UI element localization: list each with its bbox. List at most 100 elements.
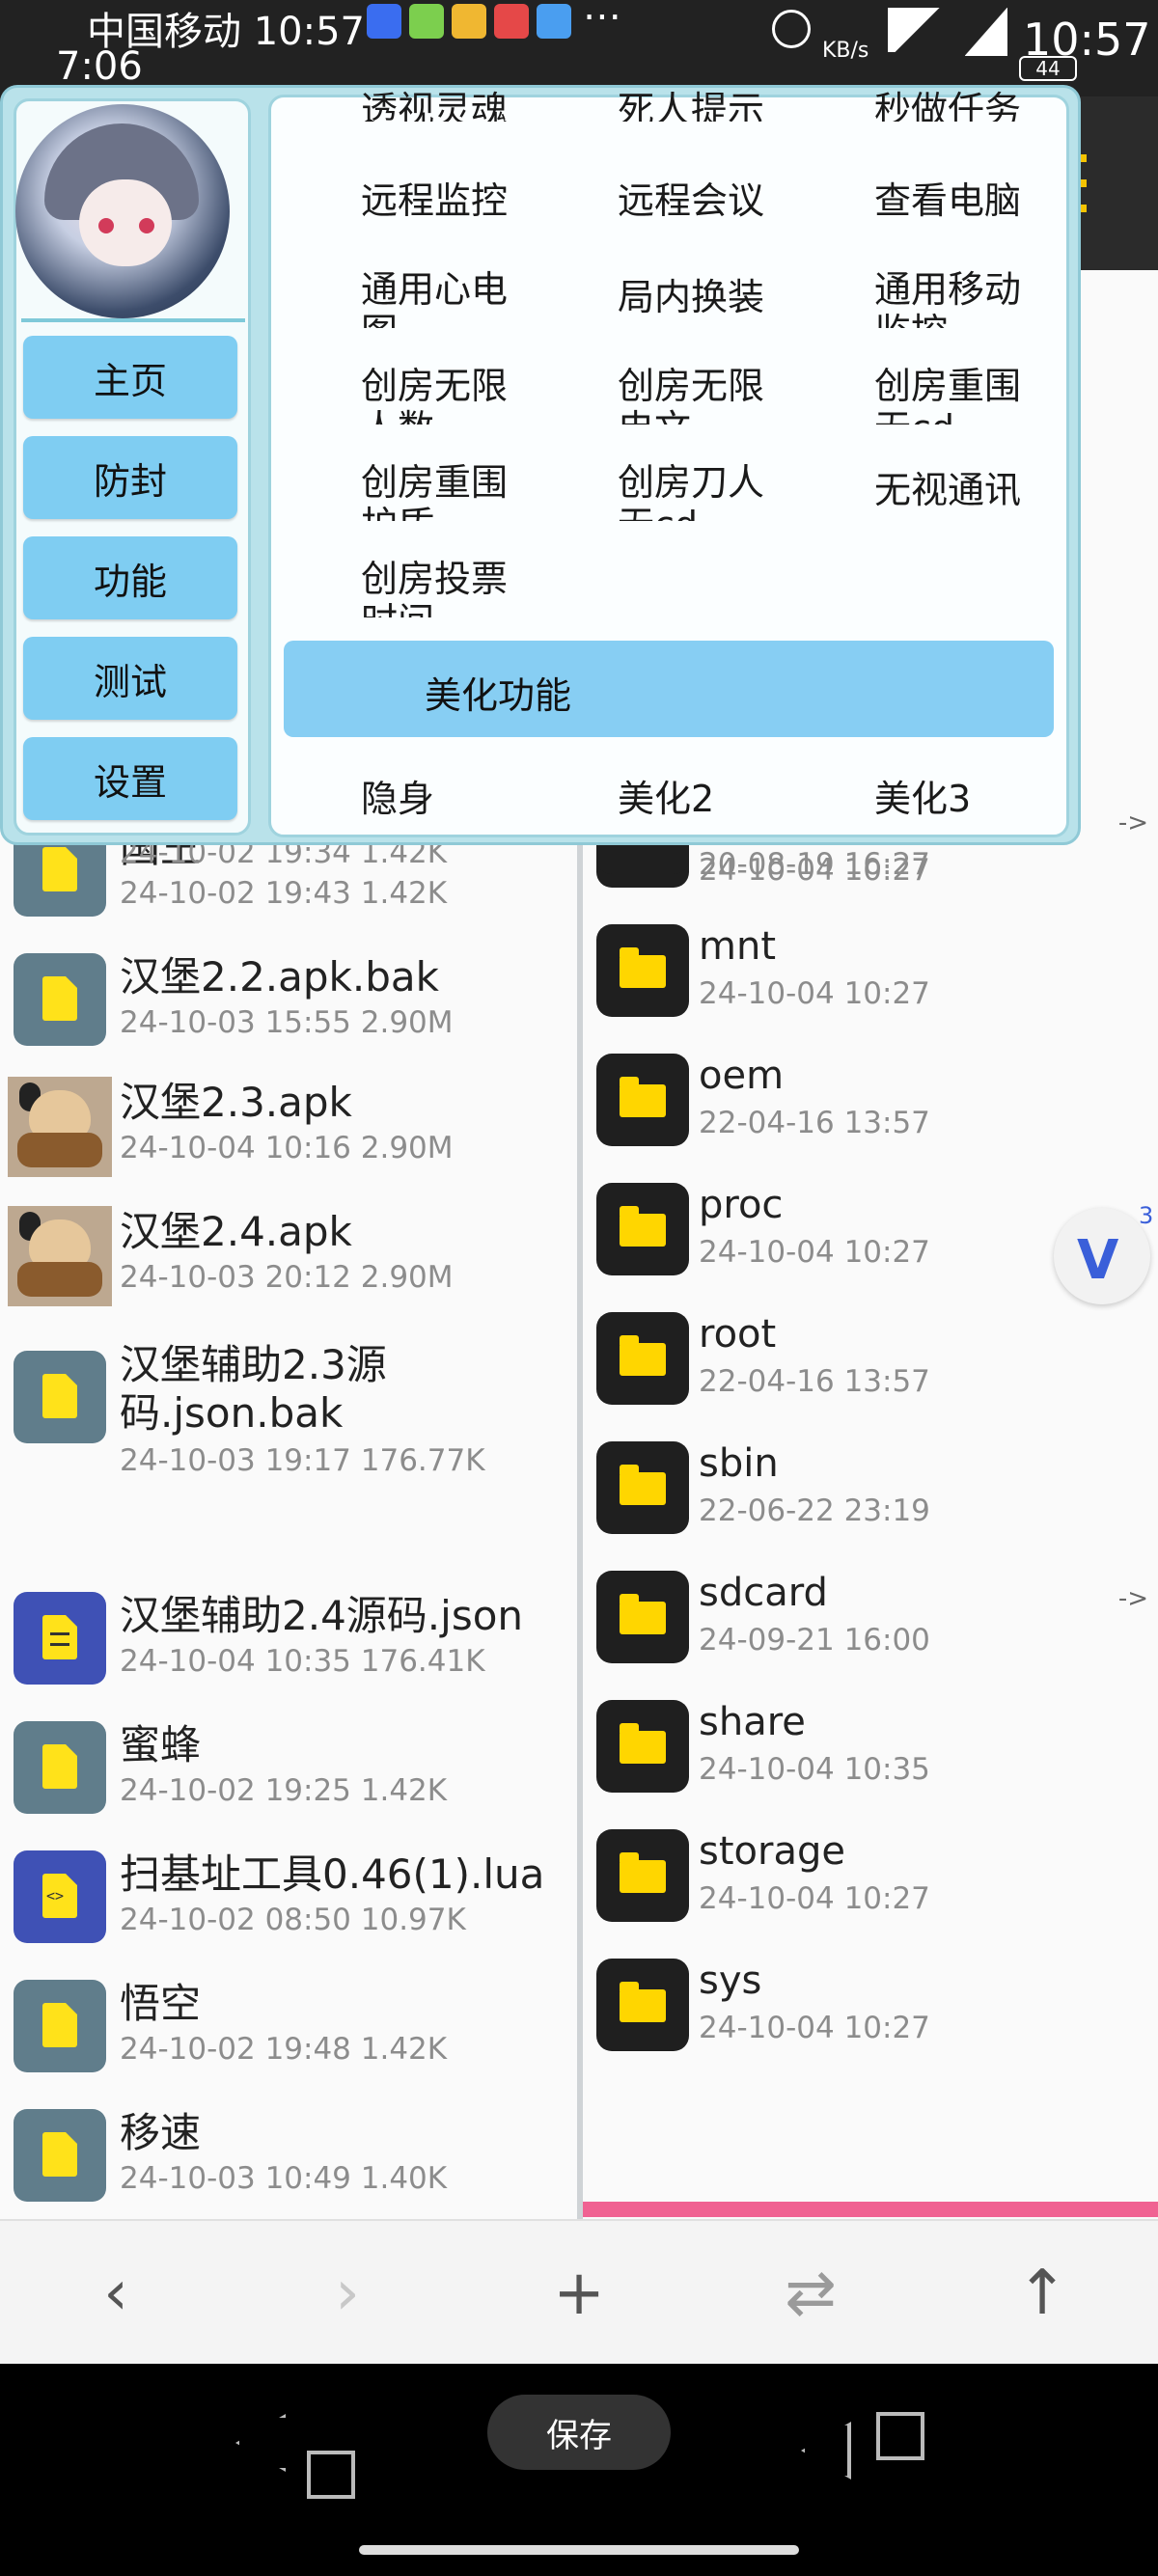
feature-item[interactable]: 局内换装 bbox=[618, 276, 840, 322]
file-name: 汉堡辅助2.4源码.json bbox=[120, 1592, 524, 1639]
home-indicator[interactable] bbox=[359, 2545, 799, 2555]
nav-antiban-button[interactable]: 防封 bbox=[23, 436, 237, 519]
apk-thumb-icon bbox=[8, 1077, 112, 1177]
bottom-toolbar: ‹ › + ⇄ ↑ bbox=[0, 2219, 1158, 2364]
folder-icon bbox=[596, 1959, 689, 2051]
nav-features-button[interactable]: 功能 bbox=[23, 536, 237, 619]
dir-name: sbin bbox=[699, 1441, 779, 1486]
bluetooth-icon bbox=[772, 10, 811, 48]
feature-item[interactable]: 创房重围无cd bbox=[874, 365, 1029, 425]
dir-meta: 24-10-04 10:35 bbox=[699, 1752, 930, 1787]
recents-icon-2[interactable] bbox=[876, 2412, 924, 2460]
doc-grey-icon bbox=[14, 1351, 106, 1443]
add-icon[interactable]: + bbox=[521, 2221, 637, 2366]
dir-name: storage bbox=[699, 1829, 845, 1874]
nav-settings-button[interactable]: 设置 bbox=[23, 737, 237, 820]
wechat-icon bbox=[409, 4, 444, 39]
floating-app-badge[interactable]: V 3 bbox=[1054, 1202, 1153, 1304]
json-blue-icon bbox=[14, 1592, 106, 1685]
folder-icon bbox=[596, 1312, 689, 1405]
screen: 中国移动 10:57 7:06 ⋯ KB/s 10:57 44 国王 24-10… bbox=[0, 0, 1158, 2576]
file-meta: 24-10-04 10:16 2.90M bbox=[120, 1131, 454, 1165]
feature-item[interactable]: 透视灵魂 bbox=[361, 89, 573, 122]
recents-icon[interactable] bbox=[307, 2451, 355, 2499]
wifi-icon bbox=[888, 8, 946, 52]
nav-home-button[interactable]: 主页 bbox=[23, 336, 237, 419]
back-triangle-icon-2[interactable] bbox=[801, 2422, 851, 2480]
file-name: 汉堡2.2.apk.bak bbox=[120, 953, 439, 1000]
beauty-item[interactable]: 美化3 bbox=[874, 778, 1067, 822]
doc-grey-icon bbox=[14, 1980, 106, 2072]
nav-test-button[interactable]: 测试 bbox=[23, 637, 237, 720]
folder-icon bbox=[596, 1183, 689, 1275]
app-icon-4 bbox=[537, 4, 571, 39]
beauty-section-button[interactable]: 美化功能 bbox=[284, 641, 1054, 737]
file-meta: 24-10-03 20:12 2.90M bbox=[120, 1260, 454, 1295]
feature-item[interactable]: 创房无限人数 bbox=[361, 365, 515, 425]
more-icon: ⋯ bbox=[583, 0, 621, 39]
avatar[interactable] bbox=[15, 104, 230, 318]
folder-icon bbox=[596, 1441, 689, 1534]
dir-meta: 24-10-04 10:27 bbox=[699, 2011, 930, 2045]
v-logo-icon: V bbox=[1077, 1229, 1119, 1292]
file-meta: 24-10-03 10:49 1.40K bbox=[120, 2161, 448, 2196]
forward-icon[interactable]: › bbox=[290, 2221, 405, 2366]
dir-meta: 22-04-16 13:57 bbox=[699, 1364, 930, 1399]
beauty-item[interactable]: 美化2 bbox=[618, 778, 811, 822]
folder-icon bbox=[596, 1700, 689, 1793]
folder-icon bbox=[596, 1829, 689, 1922]
feature-item[interactable]: 远程监控 bbox=[361, 179, 583, 226]
file-meta: 24-10-03 19:17 176.77K bbox=[120, 1443, 485, 1478]
feature-item[interactable]: 死人提示 bbox=[618, 89, 830, 122]
doc-grey-icon bbox=[14, 2109, 106, 2202]
dir-meta: 24-10-04 10:27 bbox=[699, 1881, 930, 1916]
badge-count: 3 bbox=[1139, 1202, 1154, 1229]
folder-icon bbox=[596, 1571, 689, 1663]
file-name: 汉堡2.3.apk bbox=[120, 1079, 352, 1126]
dir-name: oem bbox=[699, 1054, 785, 1098]
beauty-item[interactable]: 隐身 bbox=[361, 778, 554, 822]
dir-name: mnt bbox=[699, 924, 776, 969]
swap-icon[interactable]: ⇄ bbox=[753, 2221, 868, 2366]
apk-thumb-icon bbox=[8, 1206, 112, 1306]
file-name: 移速 bbox=[120, 2109, 202, 2156]
app-icon-3 bbox=[494, 4, 529, 39]
dir-meta: 24-10-04 10:27 bbox=[699, 1235, 930, 1270]
file-meta: 24-10-02 19:25 1.42K bbox=[120, 1773, 448, 1808]
feature-item[interactable]: 通用心电图 bbox=[361, 268, 515, 328]
folder-icon bbox=[596, 1054, 689, 1146]
dir-meta: 24-10-04 10:27 bbox=[699, 976, 930, 1011]
symlink-arrow: -> bbox=[1117, 1584, 1148, 1613]
avatar-divider bbox=[21, 318, 245, 322]
save-button[interactable]: 保存 bbox=[487, 2395, 671, 2470]
battery-icon: 44 bbox=[1019, 56, 1077, 81]
feature-item[interactable]: 无视通讯 bbox=[874, 469, 1067, 515]
scroll-indicator bbox=[583, 2202, 1158, 2217]
dir-meta: 24-09-21 16:00 bbox=[699, 1623, 930, 1658]
feature-item[interactable]: 创房刀人无cd bbox=[618, 461, 772, 521]
up-icon[interactable]: ↑ bbox=[984, 2221, 1100, 2366]
beauty-section-label: 美化功能 bbox=[425, 674, 572, 717]
back-icon[interactable]: ‹ bbox=[58, 2221, 174, 2366]
dir-name: share bbox=[699, 1700, 806, 1744]
feature-item[interactable]: 创房无限电文 bbox=[618, 365, 772, 425]
feature-item[interactable]: 查看电脑 bbox=[874, 179, 1067, 226]
feature-item[interactable]: 创房重围护盾 bbox=[361, 461, 515, 521]
feature-item[interactable]: 通用移动监控 bbox=[874, 268, 1029, 328]
app-icon-2 bbox=[452, 4, 486, 39]
feature-item[interactable]: 秒做任务 bbox=[874, 89, 1067, 122]
feature-item[interactable]: 远程会议 bbox=[618, 179, 840, 226]
dir-meta: 22-06-22 23:19 bbox=[699, 1494, 930, 1528]
folder-icon bbox=[596, 924, 689, 1017]
lua-blue-icon: <> bbox=[14, 1850, 106, 1943]
dir-name: sys bbox=[699, 1959, 762, 2003]
file-name: 蜜蜂 bbox=[120, 1721, 202, 1768]
file-name-line1: 汉堡辅助2.3源 bbox=[120, 1341, 387, 1388]
app-icon bbox=[367, 4, 401, 39]
file-meta: 24-10-02 19:48 1.42K bbox=[120, 2032, 448, 2067]
dir-name: root bbox=[699, 1312, 777, 1357]
dir-meta: 22-04-16 13:57 bbox=[699, 1106, 930, 1140]
file-name: 汉堡2.4.apk bbox=[120, 1208, 352, 1255]
file-meta: 24-10-03 15:55 2.90M bbox=[120, 1005, 454, 1040]
feature-item[interactable]: 创房投票时间 bbox=[361, 558, 515, 617]
